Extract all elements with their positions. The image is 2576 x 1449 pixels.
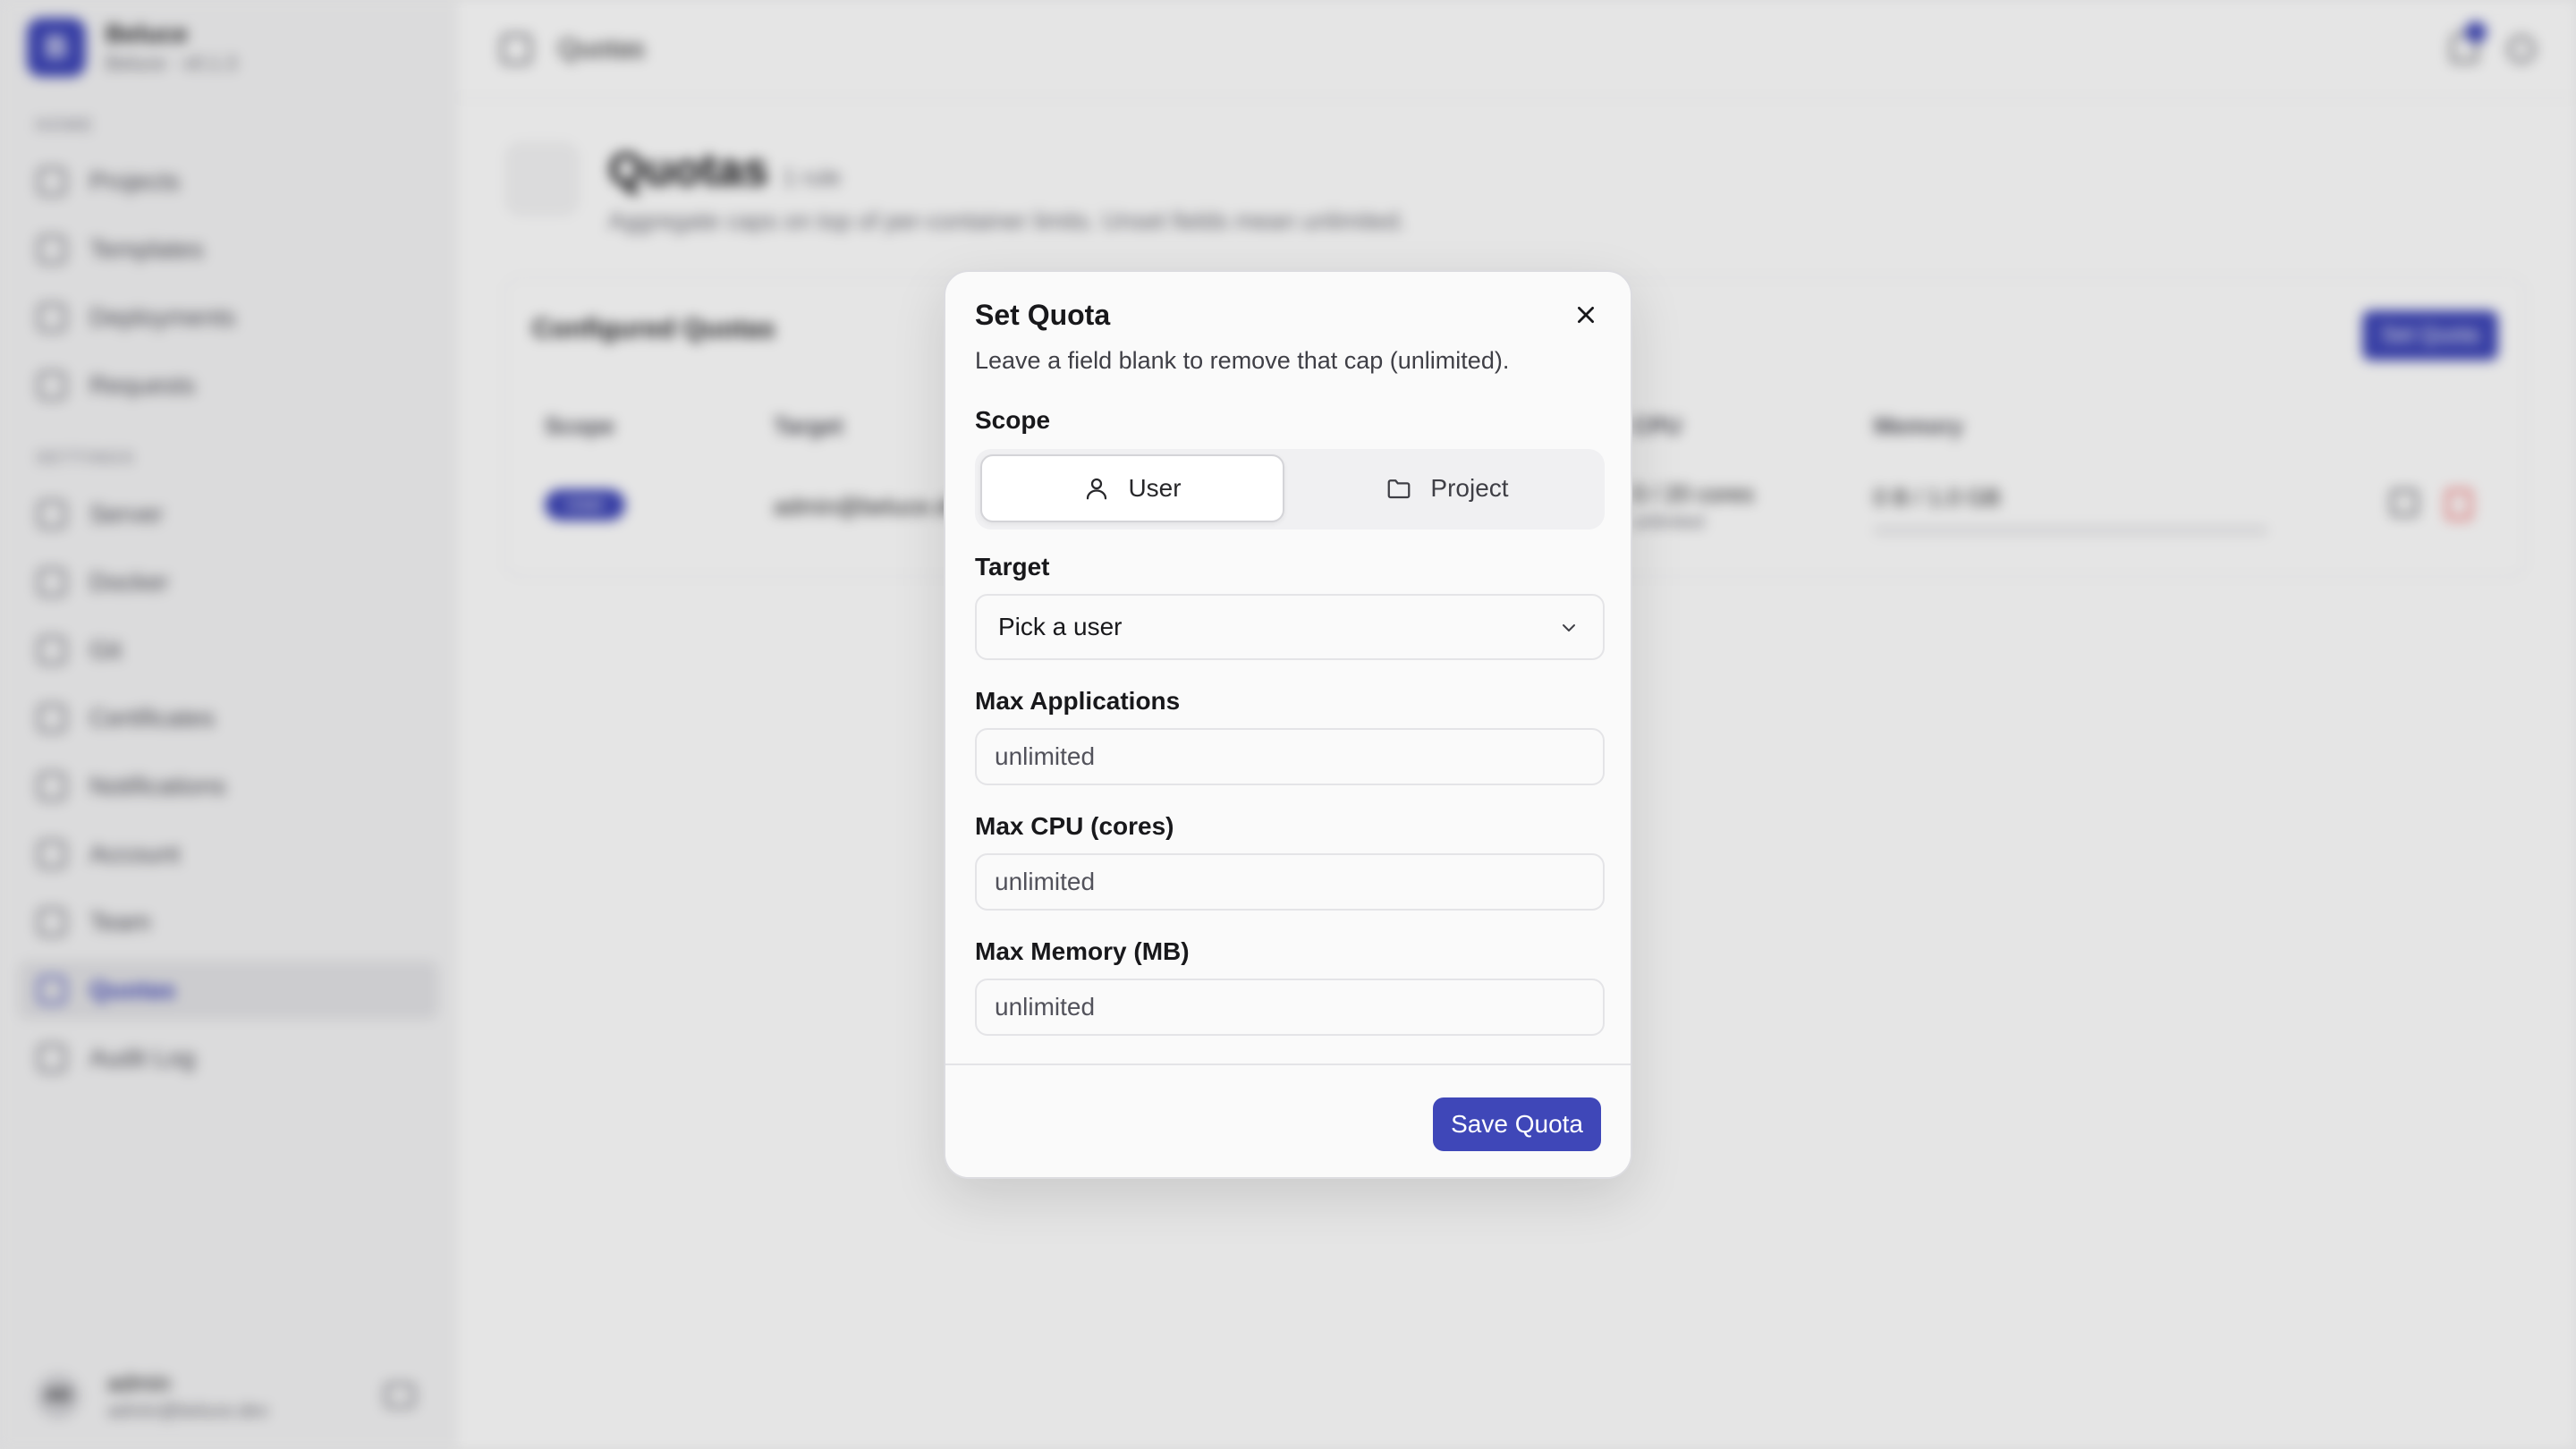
max-applications-label: Max Applications <box>975 687 1181 715</box>
scope-project-label: Project <box>1430 474 1509 502</box>
max-cpu-label: Max CPU (cores) <box>975 812 1174 840</box>
scope-label: Scope <box>975 406 1051 434</box>
folder-icon <box>1388 479 1411 499</box>
target-select[interactable]: Pick a user <box>975 594 1605 660</box>
user-icon <box>1087 478 1107 500</box>
scope-user-label: User <box>1128 474 1182 502</box>
max-memory-label: Max Memory (MB) <box>975 937 1190 965</box>
target-label: Target <box>975 553 1050 580</box>
max-applications-input[interactable] <box>975 728 1605 785</box>
chevron-down-icon <box>1563 624 1575 631</box>
dialog-title: Set Quota <box>975 299 1111 331</box>
scope-project-option[interactable]: Project <box>1295 454 1599 522</box>
dialog-footer: Save Quota <box>945 1063 1631 1177</box>
close-icon <box>1578 307 1594 323</box>
max-memory-input[interactable] <box>975 979 1605 1036</box>
close-button[interactable] <box>1566 295 1606 335</box>
set-quota-dialog: Set Quota Leave a field blank to remove … <box>944 270 1632 1179</box>
scope-toggle: User Project <box>975 449 1605 530</box>
dialog-description: Leave a field blank to remove that cap (… <box>975 347 1510 374</box>
scope-user-option[interactable]: User <box>980 454 1284 522</box>
target-select-value: Pick a user <box>998 613 1123 640</box>
max-cpu-input[interactable] <box>975 853 1605 911</box>
save-quota-button[interactable]: Save Quota <box>1433 1097 1601 1151</box>
